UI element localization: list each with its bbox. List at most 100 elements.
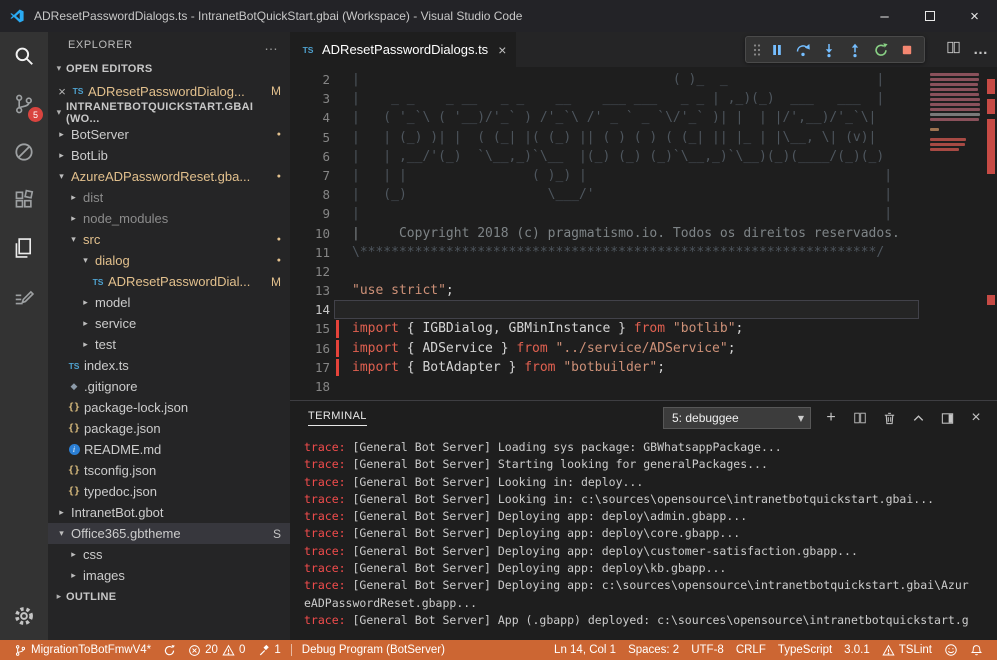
toggle-panel-icon[interactable]	[938, 409, 956, 427]
tree-item-botserver[interactable]: ▸BotServer●	[48, 124, 290, 145]
gitignore-file-icon: ◆	[66, 382, 82, 392]
step-out-button[interactable]	[842, 37, 868, 62]
pause-button[interactable]	[764, 37, 790, 62]
step-over-button[interactable]	[790, 37, 816, 62]
tree-item-service[interactable]: ▸service	[48, 313, 290, 334]
tree-item-botlib[interactable]: ▸BotLib	[48, 145, 290, 166]
split-terminal-icon[interactable]	[851, 409, 869, 427]
tree-item-tsconfig-json[interactable]: {}tsconfig.json	[48, 460, 290, 481]
language-status[interactable]: TypeScript	[772, 640, 838, 660]
close-panel-icon[interactable]: ×	[967, 409, 985, 427]
typescript-file-icon: TS	[90, 277, 106, 287]
terminal-output[interactable]: trace: [General Bot Server] Loading sys …	[290, 435, 997, 640]
branch-label: MigrationToBotFmwV4*	[31, 644, 151, 656]
tree-item-gitignore[interactable]: ◆.gitignore	[48, 376, 290, 397]
close-editor-icon[interactable]: ×	[54, 84, 70, 99]
debug-program-status[interactable]: Debug Program (BotServer)	[296, 640, 451, 660]
tree-item-readme-md[interactable]: iREADME.md	[48, 439, 290, 460]
tree-item-images[interactable]: ▸images	[48, 565, 290, 586]
close-button[interactable]: ×	[952, 0, 997, 32]
line-number: 11	[290, 243, 330, 262]
stop-button[interactable]	[894, 37, 920, 62]
tree-item-intranetbot-gbot[interactable]: ▸IntranetBot.gbot	[48, 502, 290, 523]
open-editor-item[interactable]: ×TSADResetPasswordDialog...M	[48, 80, 290, 102]
tree-item-package-json[interactable]: {}package.json	[48, 418, 290, 439]
editor-more-actions-icon[interactable]: …	[973, 41, 989, 58]
code-line: 2| ( )_ _ |	[290, 70, 925, 89]
maximize-icon	[925, 11, 935, 21]
terminal-instance-select[interactable]: 5: debuggee ▼	[663, 407, 811, 429]
code-editor[interactable]: 2| ( )_ _ |3| _ _ _ __ _ _ __ ___ ___ _ …	[290, 67, 997, 400]
step-into-button[interactable]	[816, 37, 842, 62]
tslint-status[interactable]: TSLint	[876, 640, 938, 660]
restart-button[interactable]	[868, 37, 894, 62]
tab-terminal[interactable]: TERMINAL	[308, 410, 367, 426]
code-line: 5| | (_) )| | ( (_| |( (_) || ( ) ( ) ( …	[290, 128, 925, 147]
code-text: import { ADService } from "../service/AD…	[352, 339, 736, 358]
minimap[interactable]	[927, 67, 985, 400]
chevron-collapsed-icon: ▸	[66, 193, 81, 203]
status-bar-right: Ln 14, Col 1 Spaces: 2 UTF-8 CRLF TypeSc…	[548, 640, 989, 660]
tree-item-model[interactable]: ▸model	[48, 292, 290, 313]
window-title: ADResetPasswordDialogs.ts - IntranetBotQ…	[34, 9, 522, 23]
tree-item-index-ts[interactable]: TSindex.ts	[48, 355, 290, 376]
ts-version-status[interactable]: 3.0.1	[838, 640, 876, 660]
drag-handle-icon[interactable]	[750, 42, 764, 58]
tree-item-test[interactable]: ▸test	[48, 334, 290, 355]
tasks-status[interactable]: 1	[251, 640, 286, 660]
error-icon	[188, 644, 201, 657]
outline-header[interactable]: ▸ OUTLINE	[48, 586, 290, 608]
kill-terminal-trash-icon[interactable]	[880, 409, 898, 427]
notifications-bell-icon[interactable]	[964, 640, 989, 660]
code-text: \***************************************…	[352, 243, 884, 262]
search-icon[interactable]	[0, 32, 48, 80]
tree-item-label: css	[83, 547, 103, 562]
tree-item-label: index.ts	[84, 358, 129, 373]
new-terminal-icon[interactable]: +	[822, 409, 840, 427]
workspace-header[interactable]: ▾ INTRANETBOTQUICKSTART.GBAI (WO...	[48, 102, 290, 124]
git-branch-status[interactable]: MigrationToBotFmwV4*	[8, 640, 157, 660]
extensions-icon[interactable]	[0, 176, 48, 224]
code-line: 10| Copyright 2018 (c) pragmatismo.io. T…	[290, 224, 925, 243]
settings-icon[interactable]	[0, 592, 48, 640]
warning-icon	[222, 644, 235, 657]
tree-item-dialog[interactable]: ▾dialog●	[48, 250, 290, 271]
minimize-button[interactable]: –	[862, 0, 907, 32]
debug-icon[interactable]	[0, 128, 48, 176]
terminal-line: trace: [General Bot Server] Deploying ap…	[304, 560, 997, 577]
open-editors-header[interactable]: ▾ OPEN EDITORS	[48, 58, 290, 80]
sidebar-more-actions-icon[interactable]: …	[264, 37, 278, 53]
problems-status[interactable]: 20 0	[182, 640, 251, 660]
tree-item-label: dist	[83, 190, 103, 205]
tree-item-azureadpasswordreset-gba[interactable]: ▾AzureADPasswordReset.gba...●	[48, 166, 290, 187]
source-control-icon[interactable]: 5	[0, 80, 48, 128]
tree-item-adresetpassworddial[interactable]: TSADResetPasswordDial...M	[48, 271, 290, 292]
tree-item-dist[interactable]: ▸dist	[48, 187, 290, 208]
cursor-position[interactable]: Ln 14, Col 1	[548, 640, 622, 660]
encoding-status[interactable]: UTF-8	[685, 640, 730, 660]
scm-badge: 5	[28, 107, 43, 122]
tab-adresetpassworddialogs[interactable]: TS ADResetPasswordDialogs.ts ×	[290, 32, 516, 67]
tree-item-typedoc-json[interactable]: {}typedoc.json	[48, 481, 290, 502]
tree-item-node-modules[interactable]: ▸node_modules	[48, 208, 290, 229]
maximize-button[interactable]	[907, 0, 952, 32]
tree-item-label: .gitignore	[84, 379, 137, 394]
eol-status[interactable]: CRLF	[730, 640, 772, 660]
tree-item-office365-gbtheme[interactable]: ▾Office365.gbthemeS	[48, 523, 290, 544]
line-number: 16	[290, 339, 330, 358]
feedback-smiley-icon[interactable]	[938, 640, 964, 660]
ruler-mark	[987, 79, 995, 94]
files-icon[interactable]	[0, 224, 48, 272]
terminal-instance-value: 5: debuggee	[672, 411, 739, 425]
close-tab-icon[interactable]: ×	[498, 42, 506, 58]
tree-item-css[interactable]: ▸css	[48, 544, 290, 565]
maximize-panel-chevron-icon[interactable]	[909, 409, 927, 427]
tree-item-src[interactable]: ▾src●	[48, 229, 290, 250]
sync-button[interactable]	[157, 640, 182, 660]
indentation-status[interactable]: Spaces: 2	[622, 640, 685, 660]
split-editor-icon[interactable]	[946, 40, 961, 60]
tree-item-package-lock-json[interactable]: {}package-lock.json	[48, 397, 290, 418]
edit-icon[interactable]	[0, 272, 48, 320]
warning-icon	[882, 644, 895, 657]
tree-item-label: model	[95, 295, 130, 310]
